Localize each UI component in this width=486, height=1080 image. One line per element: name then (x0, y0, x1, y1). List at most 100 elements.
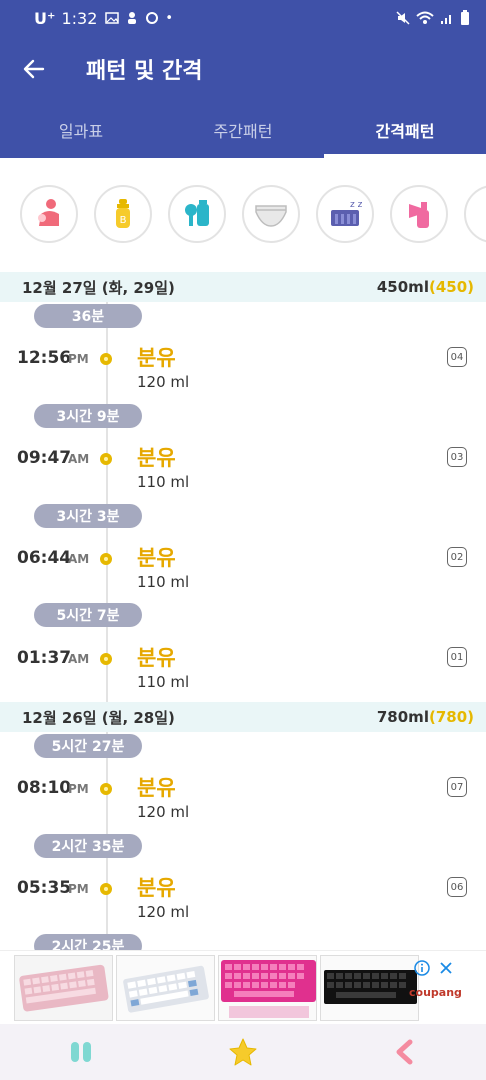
day-total-accent: (450) (428, 278, 474, 296)
wifi-icon (416, 11, 434, 24)
favorite-button[interactable] (213, 1027, 273, 1077)
baby-app-icon (128, 12, 137, 24)
tab-bar: 일과표 주간패턴 간격패턴 (0, 102, 486, 158)
entry-number-badge[interactable]: 06 (447, 877, 467, 897)
category-icon-row: B z z (0, 158, 486, 270)
entry-ampm: PM (68, 882, 89, 896)
page-title: 패턴 및 간격 (86, 59, 203, 84)
more-icon (475, 196, 486, 232)
pumped-milk-button[interactable] (168, 185, 226, 243)
interval-pill: 36분 (34, 304, 142, 328)
keyboard-cover-image (219, 955, 316, 1020)
system-icons (396, 10, 470, 26)
bottle-dot-icon (100, 453, 112, 465)
pause-button[interactable] (51, 1027, 111, 1077)
back-nav-button[interactable] (375, 1027, 435, 1077)
entry-ampm: AM (68, 452, 90, 466)
entry-ampm: AM (68, 652, 90, 666)
interval-pill: 2시간 35분 (34, 834, 142, 858)
diaper-button[interactable] (242, 185, 300, 243)
back-button[interactable] (16, 51, 52, 87)
signal-icon (441, 15, 451, 24)
pump-bottle-icon (185, 200, 209, 226)
entry-number-badge[interactable]: 02 (447, 547, 467, 567)
interval-pill: 3시간 3분 (34, 504, 142, 528)
interval-pill: 5시간 7분 (34, 603, 142, 627)
day-total-amount: 450ml (376, 278, 429, 296)
day-total-amount: 780ml (376, 708, 429, 726)
breastfeeding-button[interactable] (20, 185, 78, 243)
feeding-entry[interactable]: 09:47 AM 분유 110 ml 03 (0, 440, 486, 510)
entry-amount: 120 ml (137, 903, 190, 921)
interval-pill: 3시간 9분 (34, 404, 142, 428)
sleep-button[interactable]: z z (316, 185, 374, 243)
entry-name: 분유 (137, 776, 176, 800)
carrier-label: U⁺ (34, 8, 56, 28)
entry-time: 05:35 (17, 878, 72, 898)
star-icon (229, 1038, 257, 1066)
entry-amount: 120 ml (137, 803, 190, 821)
day-header: 12월 27일 (화, 29일) 450ml(450) (0, 272, 486, 302)
bottle-dot-icon (100, 353, 112, 365)
more-categories-button[interactable] (464, 185, 486, 243)
entry-number-badge[interactable]: 07 (447, 777, 467, 797)
ad-brand-label: coupang (409, 986, 462, 999)
ad-product-image[interactable] (14, 954, 113, 1021)
tab-daily-schedule[interactable]: 일과표 (0, 102, 162, 158)
tab-interval-pattern[interactable]: 간격패턴 (324, 102, 486, 158)
feeding-entry[interactable]: 08:10 PM 분유 120 ml 07 (0, 770, 486, 840)
ad-product-image[interactable] (116, 954, 215, 1021)
ad-info-area: coupang (409, 958, 472, 1014)
entry-time: 09:47 (17, 448, 72, 468)
entry-name: 분유 (137, 446, 176, 470)
ad-product-image[interactable] (320, 954, 419, 1021)
feeding-entry[interactable]: 12:56 PM 분유 120 ml 04 (0, 340, 486, 410)
chevron-left-icon (396, 1039, 413, 1065)
pause-icon (71, 1042, 91, 1062)
entry-time: 08:10 (17, 778, 72, 798)
entry-amount: 110 ml (137, 473, 190, 491)
entry-time: 01:37 (17, 648, 72, 668)
day-date: 12월 27일 (화, 29일) (22, 278, 175, 297)
entry-amount: 110 ml (137, 573, 190, 591)
entry-ampm: PM (68, 352, 89, 366)
keyboard-cover-image (321, 955, 418, 1020)
entry-amount: 110 ml (137, 673, 190, 691)
app-bar: 패턴 및 간격 (0, 36, 486, 102)
bottle-button[interactable]: B (94, 185, 152, 243)
tab-weekly-pattern[interactable]: 주간패턴 (162, 102, 324, 158)
svg-text:B: B (120, 215, 127, 226)
entry-time: 12:56 (17, 348, 72, 368)
feeding-entry[interactable]: 05:35 PM 분유 120 ml 06 (0, 870, 486, 940)
baby-app-icon-2 (146, 12, 159, 24)
bottle-dot-icon (100, 553, 112, 565)
entry-name: 분유 (137, 546, 176, 570)
notification-icons: • (105, 11, 173, 26)
entry-number-badge[interactable]: 03 (447, 447, 467, 467)
dot-icon: • (165, 10, 174, 26)
day-total: 450ml(450) (377, 278, 474, 296)
bottle-dot-icon (100, 653, 112, 665)
interval-pill: 5시간 27분 (34, 734, 142, 758)
mute-icon (396, 11, 410, 25)
entry-name: 분유 (137, 346, 176, 370)
entry-name: 분유 (137, 646, 176, 670)
breastfeeding-icon (38, 199, 59, 226)
day-date: 12월 26일 (월, 28일) (22, 708, 175, 727)
battery-icon (461, 10, 469, 25)
bottle-icon: B (116, 199, 130, 228)
diaper-icon (255, 205, 287, 227)
status-time: 1:32 (61, 8, 98, 28)
entry-number-badge[interactable]: 01 (447, 647, 467, 667)
entry-number-badge[interactable]: 04 (447, 347, 467, 367)
ad-close-icon[interactable] (438, 960, 454, 976)
feeding-entry[interactable]: 06:44 AM 분유 110 ml 02 (0, 540, 486, 610)
breast-pump-button[interactable] (390, 185, 448, 243)
sleep-crib-icon: z z (331, 200, 363, 226)
feeding-entry[interactable]: 01:37 AM 분유 110 ml 01 (0, 640, 486, 710)
ad-product-image[interactable] (218, 954, 317, 1021)
bottom-navigation (0, 1024, 486, 1080)
entry-name: 분유 (137, 876, 176, 900)
ad-info-icon[interactable] (414, 960, 430, 976)
entry-time: 06:44 (17, 548, 72, 568)
